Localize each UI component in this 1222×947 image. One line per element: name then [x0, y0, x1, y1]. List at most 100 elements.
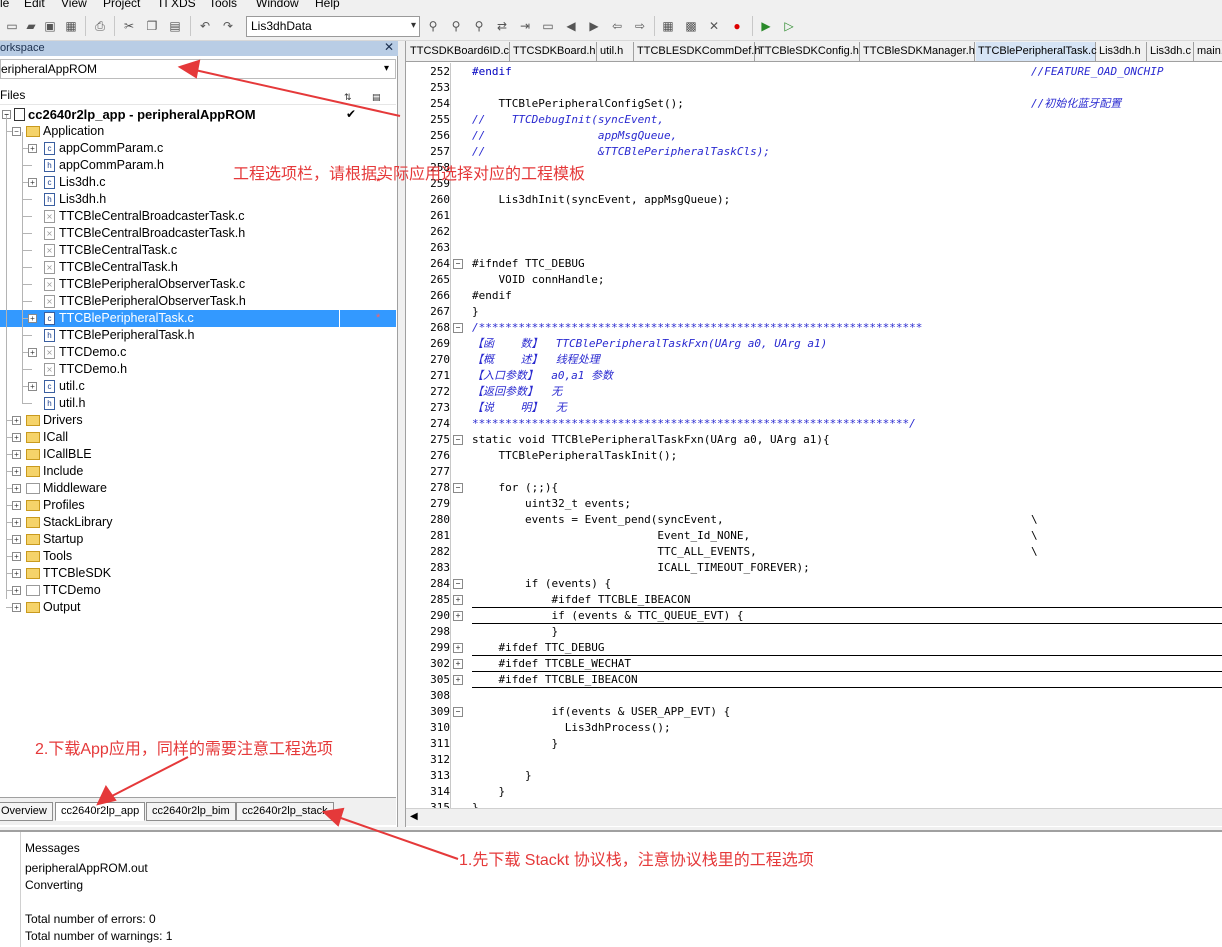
code-line[interactable]: 312: [406, 752, 1222, 768]
collapse-icon[interactable]: −: [453, 579, 463, 589]
code-line[interactable]: 285 + #ifdef TTCBLE_IBEACON: [406, 592, 1222, 608]
expand-icon[interactable]: +: [28, 178, 37, 187]
code-line[interactable]: 279 uint32_t events;: [406, 496, 1222, 512]
editor-tab[interactable]: main.c: [1195, 42, 1222, 61]
undo-icon[interactable]: ↶: [196, 17, 214, 35]
navigate-forward-icon[interactable]: ⇨: [631, 17, 649, 35]
menu-file[interactable]: le: [0, 0, 9, 10]
code-line[interactable]: 310 Lis3dhProcess();: [406, 720, 1222, 736]
find-prev-icon[interactable]: ⚲: [470, 17, 488, 35]
tree-file[interactable]: ⨯ TTCBleCentralBroadcasterTask.h: [0, 225, 396, 242]
editor-tab[interactable]: TTCBleSDKConfig.h: [756, 42, 860, 61]
tree-file[interactable]: ⨯ TTCBleCentralTask.c: [0, 242, 396, 259]
expand-icon[interactable]: +: [453, 611, 463, 621]
tree-file[interactable]: ⨯ TTCBlePeripheralObserverTask.h: [0, 293, 396, 310]
redo-icon[interactable]: ↷: [219, 17, 237, 35]
code-line[interactable]: 313 }: [406, 768, 1222, 784]
next-bookmark-icon[interactable]: ▶: [585, 17, 603, 35]
code-line[interactable]: 299 + #ifdef TTC_DEBUG: [406, 640, 1222, 656]
tree-folder[interactable]: + Output: [0, 599, 396, 616]
horizontal-scrollbar[interactable]: ◀: [406, 808, 1222, 826]
tab-cc2640r2lp-app[interactable]: cc2640r2lp_app: [55, 802, 146, 821]
expand-icon[interactable]: +: [12, 450, 21, 459]
editor-tab[interactable]: TTCSDKBoard6ID.c: [408, 42, 510, 61]
cut-icon[interactable]: ✂: [120, 17, 138, 35]
editor-tab[interactable]: TTCBleSDKManager.h: [861, 42, 975, 61]
tree-folder[interactable]: + Drivers: [0, 412, 396, 429]
expand-icon[interactable]: +: [12, 569, 21, 578]
code-line[interactable]: 270 【概 述】 线程处理: [406, 352, 1222, 368]
expand-icon[interactable]: +: [12, 416, 21, 425]
close-icon[interactable]: ✕: [384, 40, 394, 55]
tree-folder[interactable]: + Middleware: [0, 480, 396, 497]
tree-file[interactable]: + c TTCBlePeripheralTask.c *: [0, 310, 396, 327]
tree-folder[interactable]: + StackLibrary: [0, 514, 396, 531]
scroll-left-icon[interactable]: ◀: [410, 811, 418, 822]
editor-tab[interactable]: TTCBlePeripheralTask.c: [976, 42, 1097, 61]
tree-file[interactable]: h util.h: [0, 395, 396, 412]
code-line[interactable]: 267}: [406, 304, 1222, 320]
editor-tab[interactable]: TTCBLESDKCommDef.h: [635, 42, 760, 61]
code-line[interactable]: 278− for (;;){: [406, 480, 1222, 496]
tab-cc2640r2lp-bim[interactable]: cc2640r2lp_bim: [146, 802, 236, 821]
code-line[interactable]: 305 + #ifdef TTCBLE_IBEACON: [406, 672, 1222, 688]
code-line[interactable]: 265 VOID connHandle;: [406, 272, 1222, 288]
project-select[interactable]: eripheralAppROM ▾: [0, 59, 396, 79]
menu-help[interactable]: Help: [315, 0, 340, 10]
download-debug-icon[interactable]: ▶: [757, 17, 775, 35]
tree-folder[interactable]: − Application: [0, 123, 396, 140]
code-line[interactable]: 309− if(events & USER_APP_EVT) {: [406, 704, 1222, 720]
code-line[interactable]: 282 TTC_ALL_EVENTS, \: [406, 544, 1222, 560]
menu-ti-xds[interactable]: TI XDS: [157, 0, 196, 10]
tree-folder[interactable]: + Tools: [0, 548, 396, 565]
code-line[interactable]: 263: [406, 240, 1222, 256]
collapse-icon[interactable]: −: [453, 435, 463, 445]
collapse-icon[interactable]: −: [12, 127, 21, 136]
goto-icon[interactable]: ⇥: [516, 17, 534, 35]
code-line[interactable]: 252 #endif //FEATURE_OAD_ONCHIP: [406, 64, 1222, 80]
collapse-icon[interactable]: −: [453, 483, 463, 493]
code-line[interactable]: 315}: [406, 800, 1222, 808]
print-icon[interactable]: ⎙: [91, 17, 109, 35]
editor-tab[interactable]: Lis3dh.c: [1148, 42, 1194, 61]
menu-tools[interactable]: Tools: [209, 0, 237, 10]
code-line[interactable]: 311 }: [406, 736, 1222, 752]
expand-icon[interactable]: +: [12, 552, 21, 561]
save-icon[interactable]: ▣: [41, 17, 59, 35]
code-line[interactable]: 273 【说 明】 无: [406, 400, 1222, 416]
expand-icon[interactable]: +: [453, 659, 463, 669]
menu-project[interactable]: Project: [103, 0, 140, 10]
code-line[interactable]: 268−/***********************************…: [406, 320, 1222, 336]
make-icon[interactable]: ▩: [682, 17, 700, 35]
replace-icon[interactable]: ⇄: [493, 17, 511, 35]
expand-icon[interactable]: +: [453, 675, 463, 685]
code-line[interactable]: 284− if (events) {: [406, 576, 1222, 592]
expand-icon[interactable]: +: [453, 595, 463, 605]
prev-bookmark-icon[interactable]: ◀: [562, 17, 580, 35]
expand-icon[interactable]: +: [28, 314, 37, 323]
tree-folder[interactable]: + ICall: [0, 429, 396, 446]
code-line[interactable]: 302 + #ifdef TTCBLE_WECHAT: [406, 656, 1222, 672]
compile-icon[interactable]: ▦: [659, 17, 677, 35]
options-icon[interactable]: ▤: [372, 87, 386, 102]
code-line[interactable]: 277: [406, 464, 1222, 480]
open-folder-icon[interactable]: ▰: [22, 17, 40, 35]
expand-icon[interactable]: +: [12, 586, 21, 595]
expand-icon[interactable]: +: [12, 433, 21, 442]
menu-window[interactable]: Window: [256, 0, 299, 10]
new-file-icon[interactable]: ▭: [3, 17, 21, 35]
code-line[interactable]: 276 TTCBlePeripheralTaskInit();: [406, 448, 1222, 464]
navigate-back-icon[interactable]: ⇦: [608, 17, 626, 35]
tree-file[interactable]: ⨯ TTCBleCentralBroadcasterTask.c: [0, 208, 396, 225]
menu-view[interactable]: View: [61, 0, 87, 10]
code-line[interactable]: 281 Event_Id_NONE, \: [406, 528, 1222, 544]
code-line[interactable]: 298 }: [406, 624, 1222, 640]
tree-file[interactable]: ⨯ TTCDemo.h: [0, 361, 396, 378]
code-line[interactable]: 274 *************************************…: [406, 416, 1222, 432]
collapse-icon[interactable]: −: [453, 323, 463, 333]
code-line[interactable]: 257 // &TTCBlePeripheralTaskCls);: [406, 144, 1222, 160]
find-next-icon[interactable]: ⚲: [447, 17, 465, 35]
tree-folder[interactable]: + TTCBleSDK: [0, 565, 396, 582]
expand-icon[interactable]: +: [28, 348, 37, 357]
code-line[interactable]: 253: [406, 80, 1222, 96]
